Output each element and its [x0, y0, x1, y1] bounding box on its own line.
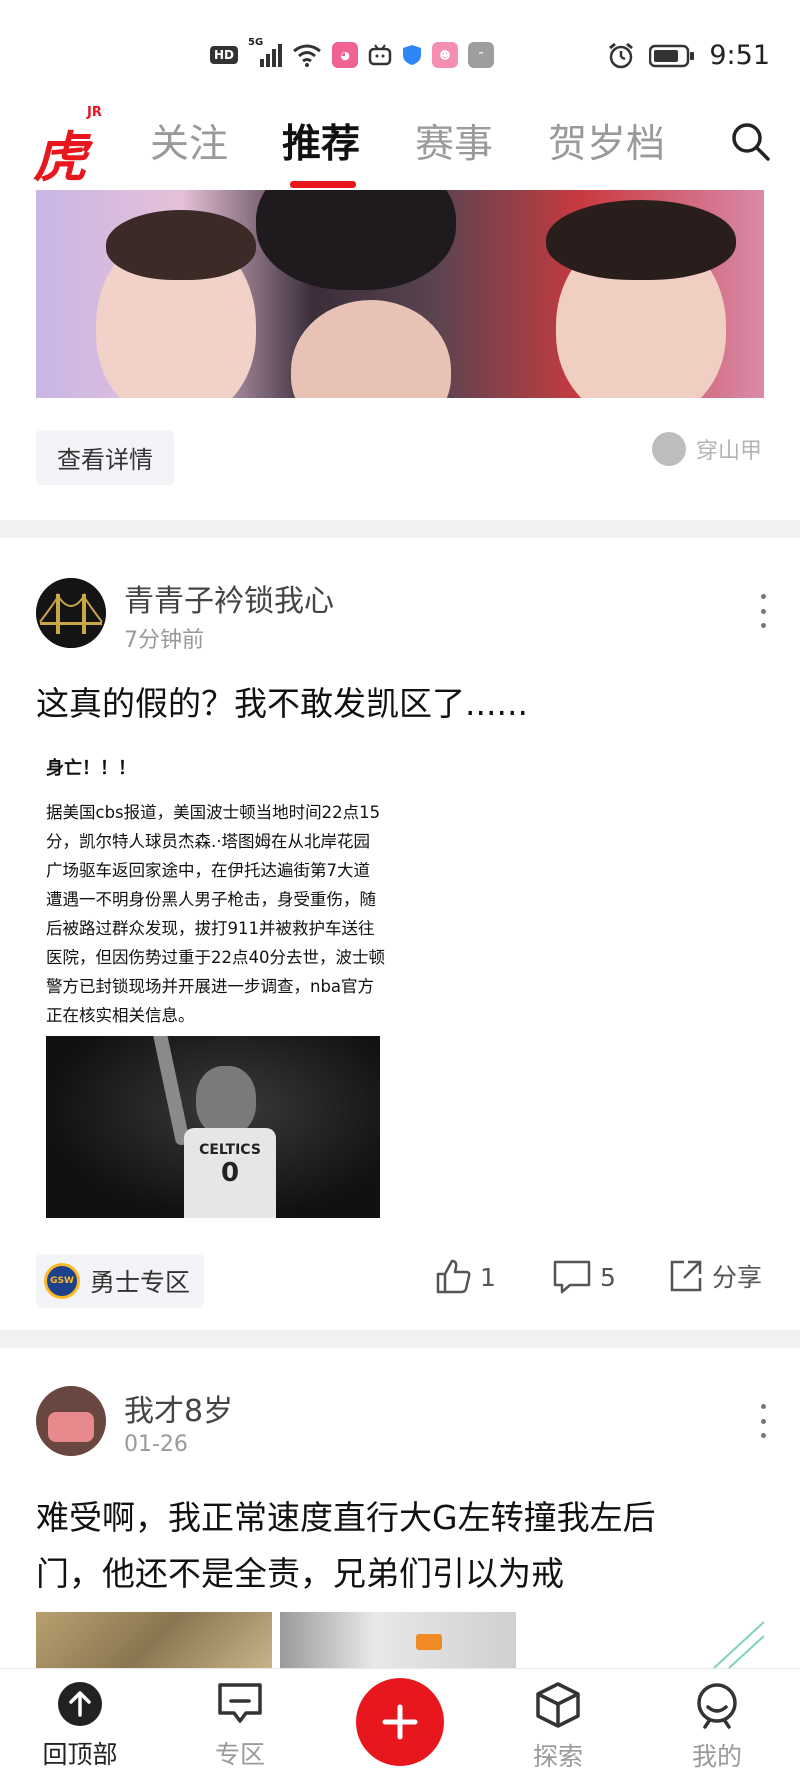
- tab-matches[interactable]: 赛事: [415, 113, 493, 169]
- avatar[interactable]: [36, 1386, 106, 1456]
- like-count: 1: [480, 1262, 496, 1292]
- clock: 9:51: [709, 40, 770, 71]
- search-icon[interactable]: [726, 117, 774, 165]
- more-options-icon[interactable]: [758, 1404, 768, 1438]
- post-time: 7分钟前: [124, 628, 204, 653]
- cat-app-icon: ᵔ: [468, 42, 495, 68]
- tab-me[interactable]: 我的: [662, 1681, 772, 1773]
- post-image[interactable]: 身亡！！！ 据美国cbs报道，美国波士顿当地时间22点15分，凯尔特人球员杰森.…: [36, 740, 386, 1220]
- ad-character-center: [291, 300, 451, 398]
- smiley-face-icon: [697, 1683, 737, 1729]
- post-time: 01-26: [124, 1432, 188, 1457]
- share-button[interactable]: 分享: [668, 1258, 762, 1294]
- tab-explore[interactable]: 探索: [503, 1681, 613, 1773]
- battery-icon: [649, 44, 695, 67]
- post-image[interactable]: [524, 1612, 764, 1668]
- section-divider: [0, 520, 800, 538]
- status-right: 9:51: [607, 40, 770, 71]
- tab-back-to-top[interactable]: 回顶部: [25, 1681, 135, 1771]
- view-details-button[interactable]: 查看详情: [36, 430, 174, 485]
- comment-count: 5: [600, 1262, 616, 1292]
- golden-gate-avatar-icon: [36, 578, 106, 648]
- post-author[interactable]: 我才8岁: [124, 1386, 233, 1430]
- post-title-line-2[interactable]: 门，他还不是全责，兄弟们引以为戒: [36, 1546, 766, 1602]
- post-image[interactable]: [36, 1612, 272, 1668]
- wifi-icon: [293, 44, 321, 67]
- post-image-lines: [713, 1621, 764, 1668]
- chat-bubble-icon: [218, 1683, 262, 1723]
- pangolin-icon: [651, 432, 686, 466]
- post-author[interactable]: 青青子衿锁我心: [124, 576, 334, 620]
- player-jersey: CELTICS 0: [184, 1128, 276, 1218]
- post-image[interactable]: [280, 1612, 516, 1668]
- ad-source-label: 穿山甲: [695, 439, 762, 464]
- like-button[interactable]: 1: [434, 1258, 496, 1296]
- ad-character-left-hair: [106, 210, 256, 280]
- bilibili-app-icon: ☻: [432, 42, 459, 68]
- more-options-icon[interactable]: [758, 594, 768, 628]
- post-title-line-1[interactable]: 难受啊，我正常速度直行大G左转撞我左后: [36, 1490, 766, 1546]
- avatar-figure: [48, 1412, 94, 1442]
- arrow-up-circle-icon: [58, 1682, 102, 1726]
- warriors-logo-icon: GSW: [44, 1263, 80, 1299]
- article-headline: 身亡！！！: [46, 758, 136, 779]
- logo-tag: JR: [87, 105, 102, 120]
- plus-icon: [382, 1704, 418, 1740]
- player-head: [196, 1066, 256, 1136]
- tab-label: 探索: [532, 1742, 583, 1771]
- active-tab-indicator: [290, 181, 356, 188]
- jersey-number: 0: [220, 1158, 240, 1188]
- thumbs-up-icon: [436, 1259, 471, 1294]
- tab-recommend[interactable]: 推荐: [282, 113, 360, 169]
- tab-label: 回顶部: [42, 1740, 118, 1769]
- tab-follow[interactable]: 关注: [150, 113, 228, 169]
- ad-banner-image[interactable]: [36, 190, 764, 398]
- hupu-logo[interactable]: 虎扑 JR: [33, 105, 118, 268]
- tab-zones[interactable]: 专区: [185, 1681, 295, 1771]
- signal-icon: 5G: [248, 37, 283, 67]
- alarm-icon: [609, 42, 634, 68]
- avatar[interactable]: [36, 578, 106, 648]
- jersey-text: CELTICS: [199, 1142, 261, 1158]
- comment-icon: [553, 1260, 591, 1294]
- app-notification-icon: ◕: [332, 42, 359, 68]
- signal-label: 5G: [248, 37, 264, 48]
- cube-icon: [536, 1682, 580, 1728]
- zone-label: 勇士专区: [90, 1268, 191, 1297]
- zone-tag[interactable]: GSW 勇士专区: [36, 1254, 204, 1308]
- turn-signal-light: [416, 1634, 442, 1650]
- player-raised-arm: [151, 1036, 191, 1147]
- bilibili-tv-icon: [368, 44, 392, 66]
- share-label: 分享: [712, 1263, 763, 1292]
- create-post-button[interactable]: [356, 1678, 444, 1766]
- player-photo: CELTICS 0: [46, 1036, 380, 1218]
- tab-label: 专区: [214, 1740, 265, 1769]
- share-icon: [670, 1260, 702, 1292]
- status-bar: HD 5G ◕ ☻ ᵔ 9:51: [0, 0, 800, 90]
- top-nav: 虎扑 JR 关注 推荐 赛事 贺岁档: [0, 95, 800, 268]
- ad-source: 穿山甲: [651, 432, 762, 466]
- status-icons: HD 5G ◕ ☻ ᵔ: [210, 37, 495, 68]
- ad-character-right-hair: [546, 200, 736, 280]
- article-body: 据美国cbs报道，美国波士顿当地时间22点15分，凯尔特人球员杰森.·塔图姆在从…: [46, 803, 385, 1025]
- post-title[interactable]: 这真的假的？我不敢发凯区了......: [36, 676, 766, 732]
- comment-button[interactable]: 5: [552, 1258, 616, 1296]
- shield-icon: [403, 45, 422, 65]
- section-divider: [0, 1330, 800, 1348]
- tab-new-year[interactable]: 贺岁档: [548, 113, 665, 169]
- ad-character-center-outfit: [256, 190, 456, 290]
- tab-label: 我的: [691, 1742, 742, 1771]
- hd-badge: HD: [210, 46, 239, 64]
